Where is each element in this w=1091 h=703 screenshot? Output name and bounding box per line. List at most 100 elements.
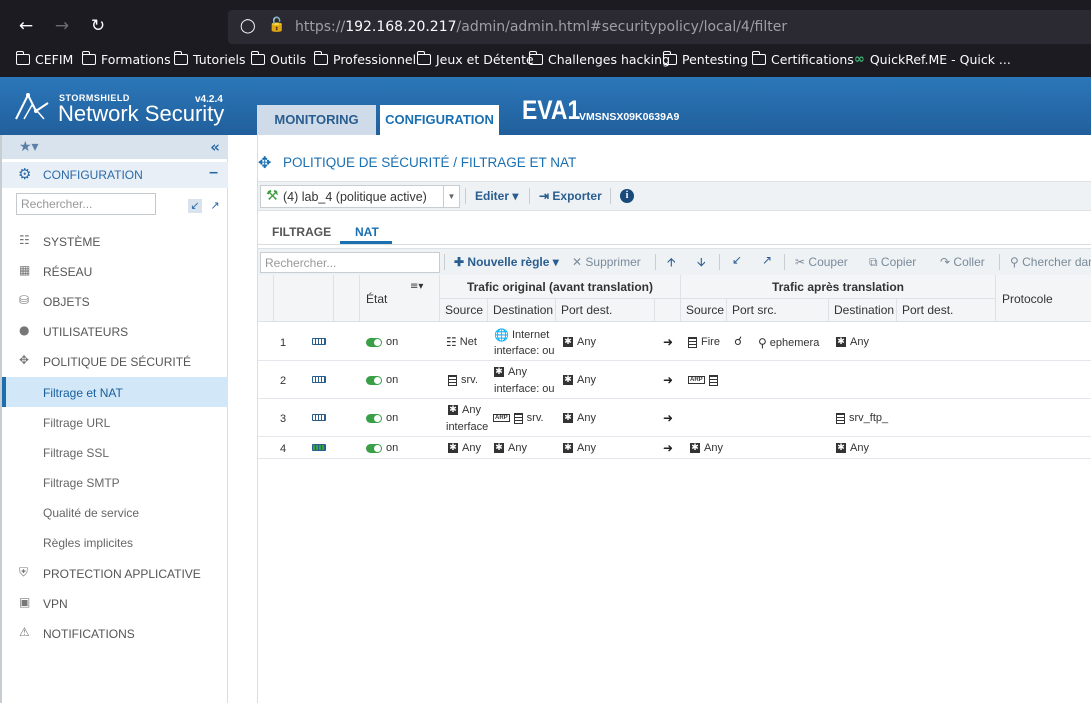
sidebar-item-utilisateurs[interactable]: ● UTILISATEURS (2, 319, 228, 345)
lock-icon[interactable]: 🔓 (268, 17, 285, 33)
sidebar-subitem-filtrage-url[interactable]: Filtrage URL (2, 407, 228, 437)
collapse-sidebar-icon[interactable]: « (210, 138, 220, 156)
arrow-right-icon: ➜ (663, 373, 674, 387)
collapse-section-icon[interactable]: – (209, 164, 218, 182)
sidebar-subitem-filtrage-ssl[interactable]: Filtrage SSL (2, 437, 228, 467)
sidebar-subitem-regles-implicites[interactable]: Règles implicites (2, 527, 228, 557)
sidebar-item-vpn[interactable]: ▣ VPN (2, 591, 228, 617)
sidebar-item-notifications[interactable]: ⚠ NOTIFICATIONS (2, 621, 228, 647)
sidebar-item-reseau[interactable]: ▦ RÉSEAU (2, 259, 228, 285)
sidebar-item-systeme[interactable]: ☷ SYSTÈME (2, 229, 228, 255)
gear-icon: ⚙ (18, 165, 32, 183)
expand-all-icon[interactable]: ↗ (208, 199, 222, 213)
tab-nat[interactable]: NAT (355, 225, 379, 239)
move-down-icon[interactable]: 🡫 (697, 253, 706, 274)
delete-button[interactable]: ✕ Supprimer (572, 255, 641, 269)
favorites-star-icon[interactable]: ★▾ (19, 139, 39, 155)
toggle-on[interactable] (366, 413, 382, 423)
sort-menu-icon[interactable]: ≡▾ (410, 281, 423, 292)
export-button[interactable]: ⇥ Exporter (539, 189, 602, 203)
browser-toolbar: ← → ↻ ◯ 🔓 https://192.168.20.217/admin/a… (0, 0, 1091, 77)
sidebar-topbar: ★▾ « (2, 135, 228, 159)
nat-action-icon (312, 375, 326, 383)
tab-configuration[interactable]: CONFIGURATION (380, 105, 499, 135)
sidebar-subitem-filtrage-nat[interactable]: Filtrage et NAT (2, 377, 228, 407)
folder-icon (15, 51, 30, 65)
sidebar-subitem-qos[interactable]: Qualité de service (2, 497, 228, 527)
toggle-on[interactable] (366, 337, 382, 347)
policy-icon: ✥ (19, 353, 30, 367)
bookmark-professionnel[interactable]: Professionnel (313, 51, 416, 67)
copy-button[interactable]: ⧉ Copier (869, 255, 916, 270)
move-up-icon[interactable]: 🡩 (667, 253, 676, 274)
arp-icon: ARP (688, 376, 705, 385)
any-icon: ✱ (448, 443, 458, 454)
col-trans-destination-header[interactable]: Destination (829, 299, 897, 322)
search-icon: ⚲ (1010, 255, 1019, 269)
collapse-all-icon[interactable]: ↙ (188, 199, 202, 213)
sidebar-section-configuration[interactable]: ⚙ CONFIGURATION – (2, 162, 228, 188)
bookmark-jeux[interactable]: Jeux et Détente (416, 51, 534, 67)
active-policy-icon: ⚒ (266, 188, 279, 204)
rules-search-input[interactable] (260, 252, 440, 273)
sidebar-item-politique[interactable]: ✥ POLITIQUE DE SÉCURITÉ (2, 349, 228, 375)
search-in-button[interactable]: ⚲ Chercher dar (1010, 255, 1091, 269)
bookmark-formations[interactable]: Formations (81, 51, 171, 67)
policy-icon: ✥ (258, 153, 272, 172)
firewall-object-icon (688, 336, 697, 348)
reload-icon[interactable]: ↻ (87, 15, 109, 37)
host-object-icon (513, 412, 523, 424)
tab-monitoring[interactable]: MONITORING (257, 105, 376, 135)
bookmark-outils[interactable]: Outils (250, 51, 306, 67)
toggle-on[interactable] (366, 443, 382, 453)
toggle-on[interactable] (366, 375, 382, 385)
bookmark-quickref[interactable]: ∞ QuickRef.ME - Quick ... (854, 52, 1011, 67)
sidebar-item-objets[interactable]: ⛁ OBJETS (2, 289, 228, 315)
col-trans-port-dest-header[interactable]: Port dest. (897, 299, 996, 322)
edit-menu-button[interactable]: Editer ▾ (475, 189, 518, 203)
sidebar: ★▾ « ⚙ CONFIGURATION – ↙ ↗ ☷SYSTÈME ▦RÉS… (0, 135, 228, 703)
col-protocol-header[interactable]: Protocole (996, 275, 1091, 322)
copy-icon: ⧉ (869, 255, 878, 269)
expand-rows-icon[interactable]: ↗ (762, 253, 772, 267)
bookmark-pentesting[interactable]: Pentesting (662, 51, 748, 67)
url-bar[interactable]: ◯ 🔓 https://192.168.20.217/admin/admin.h… (228, 10, 1091, 44)
cut-button[interactable]: ✂ Couper (795, 255, 848, 269)
col-state-header[interactable]: État ≡▾ (360, 275, 440, 322)
group-after-header: Trafic après translation (681, 275, 996, 299)
bookmark-tutoriels[interactable]: Tutoriels (173, 51, 246, 67)
col-port-src-header[interactable]: Port src. (727, 299, 829, 322)
bookmark-cefim[interactable]: CEFIM (15, 51, 73, 67)
alert-icon: ⚠ (19, 625, 30, 639)
sidebar-search-input[interactable] (16, 193, 156, 215)
shield-icon[interactable]: ◯ (240, 18, 256, 36)
url-text[interactable]: https://192.168.20.217/admin/admin.html#… (295, 19, 787, 35)
col-destination-header[interactable]: Destination (488, 299, 556, 322)
policy-select[interactable]: ⚒ (4) lab_4 (politique active) ▼ (260, 185, 460, 208)
port-object-icon: ⚲ (758, 336, 767, 350)
back-arrow-icon[interactable]: ← (15, 15, 37, 37)
chevron-down-icon[interactable]: ▼ (443, 186, 459, 207)
sidebar-subitem-filtrage-smtp[interactable]: Filtrage SMTP (2, 467, 228, 497)
paste-button[interactable]: ↷ Coller (940, 255, 985, 269)
user-icon: ● (19, 323, 30, 337)
bookmark-challenges[interactable]: Challenges hacking (528, 51, 670, 67)
database-icon: ⛁ (19, 293, 30, 307)
folder-icon (173, 51, 188, 65)
sidebar-item-protection[interactable]: ⛨ PROTECTION APPLICATIVE (2, 561, 228, 587)
collapse-rows-icon[interactable]: ↙ (732, 253, 742, 267)
bookmark-certifications[interactable]: Certifications (751, 51, 854, 67)
tab-filtrage[interactable]: FILTRAGE (272, 225, 331, 239)
any-icon: ✱ (563, 443, 573, 454)
info-icon[interactable]: i (620, 189, 634, 203)
sliders-icon: ☷ (19, 233, 30, 247)
forward-arrow-icon[interactable]: → (51, 15, 73, 37)
cut-icon: ✂ (795, 255, 806, 269)
any-icon: ✱ (494, 443, 504, 454)
vpn-icon: ▣ (19, 595, 31, 609)
col-trans-source-header[interactable]: Source (681, 299, 727, 322)
host-object-icon (448, 374, 457, 386)
col-source-header[interactable]: Source (440, 299, 488, 322)
col-port-dest-header[interactable]: Port dest. (556, 299, 655, 322)
new-rule-button[interactable]: ✚ Nouvelle règle ▾ (454, 255, 559, 269)
